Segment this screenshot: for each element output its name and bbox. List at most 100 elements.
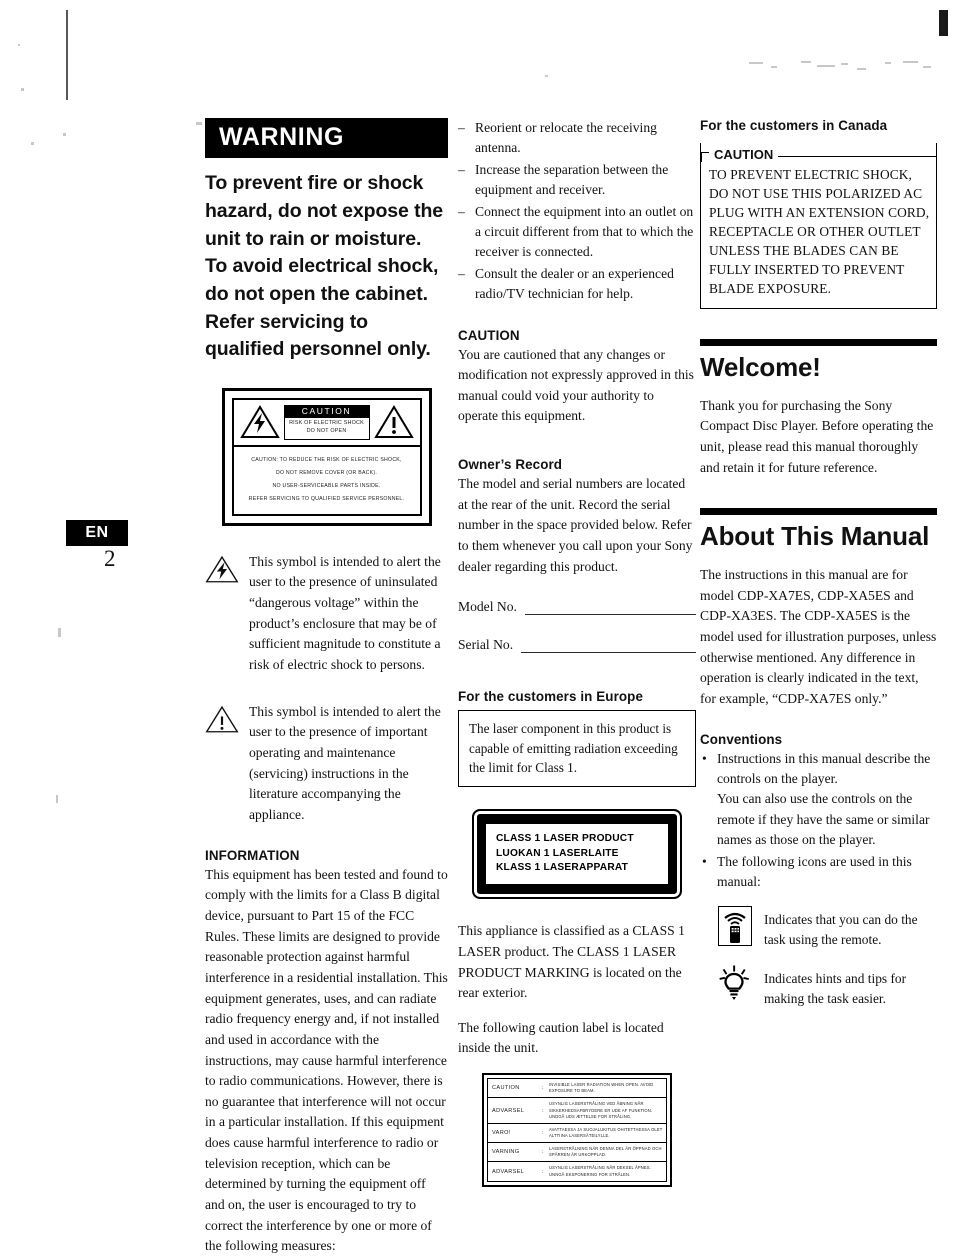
serial-number-writeline[interactable]: [521, 639, 696, 654]
scan-speck: [58, 628, 61, 637]
laser-classification-text: This appliance is classified as a CLASS …: [458, 923, 685, 1001]
page-number: 2: [104, 546, 116, 571]
label-message: USYNLIG LASERSTRÅLING VED ÅBNING NÅR SIK…: [549, 1101, 653, 1119]
column-right: For the customers in Canada CAUTION TO P…: [700, 118, 937, 1024]
europe-heading: For the customers in Europe: [458, 689, 643, 705]
measure-item: Increase the separation between the equi…: [458, 160, 696, 201]
label-language: CAUTION: [492, 1085, 520, 1092]
multilingual-label-row: ADVARSEL : USYNLIG LASERSTRÅLING VED ÅBN…: [488, 1098, 666, 1124]
label-colon: :: [542, 1085, 544, 1092]
class1-laser-product-label: CLASS 1 LASER PRODUCT LUOKAN 1 LASERLAIT…: [472, 808, 682, 900]
icon-legend-tip: Indicates hints and tips for making the …: [700, 965, 937, 1008]
serial-number-label: Serial No.: [458, 637, 514, 653]
model-number-label: Model No.: [458, 599, 517, 615]
binding-seam-artifact: [66, 10, 68, 100]
owners-record-body: The model and serial numbers are located…: [458, 476, 693, 574]
laser-label-line-3: KLASS 1 LASERAPPARAT: [496, 862, 629, 874]
symbol-explanation-servicing: This symbol is intended to alert the use…: [205, 702, 448, 826]
convention-item: Instructions in this manual describe the…: [700, 749, 937, 851]
about-manual-title: About This Manual: [700, 521, 930, 552]
label-language: ADVARSEL: [492, 1107, 525, 1114]
model-number-writeline[interactable]: [524, 601, 696, 616]
laser-label-line-2: LUOKAN 1 LASERLAITE: [496, 847, 619, 859]
owners-record-heading: Owner’s Record: [458, 457, 563, 473]
label-message: AVATTAESSA JA SUOJALUKITUS OHITETTAESSA …: [549, 1126, 663, 1138]
lightbulb-tip-icon: [719, 965, 749, 1001]
scan-smudge-artifact: [745, 52, 945, 82]
label-location-text: The following caution label is located i…: [458, 1019, 664, 1056]
laser-label-line-1: CLASS 1 LASER PRODUCT: [496, 832, 634, 844]
lightning-bolt-triangle-icon: [205, 555, 239, 583]
column-middle: Reorient or relocate the receiving anten…: [458, 118, 696, 1187]
remote-control-icon: [718, 906, 752, 947]
scan-speck: [31, 142, 34, 145]
convention-item: The following icons are used in this man…: [700, 852, 937, 893]
label-colon: :: [542, 1129, 544, 1136]
multilingual-label-row: VARNING : LASERSTRÅLNING NÄR DENNA DEL Ä…: [488, 1143, 666, 1163]
caution-symbol-box-bottom: CAUTION: TO REDUCE THE RISK OF ELECTRIC …: [231, 446, 422, 516]
section-rule: [700, 508, 937, 516]
icon-legend-remote: Indicates that you can do the task using…: [700, 906, 937, 949]
serial-number-field[interactable]: Serial No.: [458, 637, 696, 654]
caution-symbol-box: CAUTION RISK OF ELECTRIC SHOCK DO NOT OP…: [221, 388, 432, 526]
scan-speck: [196, 122, 202, 125]
multilingual-label-row: CAUTION : INVISIBLE LASER RADIATION WHEN…: [488, 1079, 666, 1099]
caution-fcc-body: You are cautioned that any changes or mo…: [458, 346, 694, 424]
label-language: ADVARSEL: [492, 1168, 525, 1175]
caution-bottom-line-2: DO NOT REMOVE COVER (OR BACK).: [275, 469, 378, 476]
label-message: INVISIBLE LASER RADIATION WHEN OPEN. AVO…: [549, 1082, 654, 1094]
caution-bottom-line-1: CAUTION: TO REDUCE THE RISK OF ELECTRIC …: [251, 456, 402, 463]
language-tab-label: EN: [85, 524, 109, 541]
warning-line-1: To prevent fire or shock hazard, do not …: [205, 172, 444, 250]
warning-heading: WARNING: [205, 118, 448, 159]
label-colon: :: [542, 1168, 544, 1175]
label-colon: :: [542, 1107, 544, 1114]
risk-line-1: RISK OF ELECTRIC SHOCK: [289, 420, 364, 427]
exclamation-triangle-icon: [373, 405, 414, 439]
measure-item: Reorient or relocate the receiving anten…: [458, 118, 696, 159]
warning-line-2: To avoid electrical shock, do not open t…: [205, 255, 439, 361]
welcome-title: Welcome!: [700, 352, 821, 383]
label-language: VARNING: [492, 1149, 520, 1156]
icon-legend-text: Indicates hints and tips for making the …: [764, 971, 907, 1006]
label-colon: :: [542, 1149, 544, 1156]
scan-speck: [63, 133, 66, 136]
lightning-bolt-triangle-icon: [239, 405, 280, 439]
symbol-explanation-voltage: This symbol is intended to alert the use…: [205, 552, 448, 676]
conventions-list: Instructions in this manual describe the…: [700, 749, 937, 893]
page-edge-mark-artifact: [939, 10, 948, 36]
multilingual-label-row: ADVARSEL : USYNLIG LASERSTRÅLING NÅR DEK…: [488, 1162, 666, 1180]
model-number-field[interactable]: Model No.: [458, 599, 696, 616]
convention-sub-text: You can also use the controls on the rem…: [717, 791, 930, 848]
canada-caution-legend-row: CAUTION: [701, 147, 936, 162]
canada-caution-box: CAUTION TO PREVENT ELECTRIC SHOCK, DO NO…: [700, 143, 937, 310]
label-language: VARO!: [492, 1129, 511, 1136]
icon-legend-text: Indicates that you can do the task using…: [764, 912, 918, 947]
multilingual-label-row: VARO! : AVATTAESSA JA SUOJALUKITUS OHITE…: [488, 1124, 666, 1144]
section-rule: [700, 339, 937, 347]
convention-main-text: The following icons are used in this man…: [717, 853, 912, 889]
measure-item: Connect the equipment into an outlet on …: [458, 202, 696, 263]
information-heading: INFORMATION: [205, 847, 300, 863]
risk-line-2: DO NOT OPEN: [306, 427, 347, 434]
exclamation-triangle-icon: [205, 705, 239, 733]
caution-bottom-line-4: REFER SERVICING TO QUALIFIED SERVICE PER…: [248, 495, 405, 502]
fieldset-corner: [701, 152, 709, 162]
caution-symbol-box-top: CAUTION RISK OF ELECTRIC SHOCK DO NOT OP…: [231, 398, 422, 447]
multilingual-label-rows: CAUTION : INVISIBLE LASER RADIATION WHEN…: [487, 1078, 667, 1182]
welcome-body: Thank you for purchasing the Sony Compac…: [700, 397, 934, 475]
canada-heading: For the customers in Canada: [700, 118, 888, 133]
convention-main-text: Instructions in this manual describe the…: [717, 750, 931, 787]
laser-label-text: CLASS 1 LASER PRODUCT LUOKAN 1 LASERLAIT…: [486, 823, 668, 885]
caution-symbol-box-center: CAUTION RISK OF ELECTRIC SHOCK DO NOT OP…: [283, 405, 370, 440]
europe-laser-note-box: The laser component in this product is c…: [458, 710, 696, 787]
caution-bottom-line-3: NO USER-SERVICEABLE PARTS INSIDE.: [272, 482, 381, 489]
measures-list: Reorient or relocate the receiving anten…: [458, 118, 696, 305]
language-tab: EN: [66, 520, 128, 546]
symbol-explanation-text: This symbol is intended to alert the use…: [249, 553, 441, 672]
canada-caution-legend: CAUTION: [714, 147, 774, 162]
conventions-heading: Conventions: [700, 731, 783, 747]
icon-cell: [718, 906, 752, 947]
fieldset-rule: [778, 156, 936, 157]
scan-speck: [18, 44, 20, 46]
